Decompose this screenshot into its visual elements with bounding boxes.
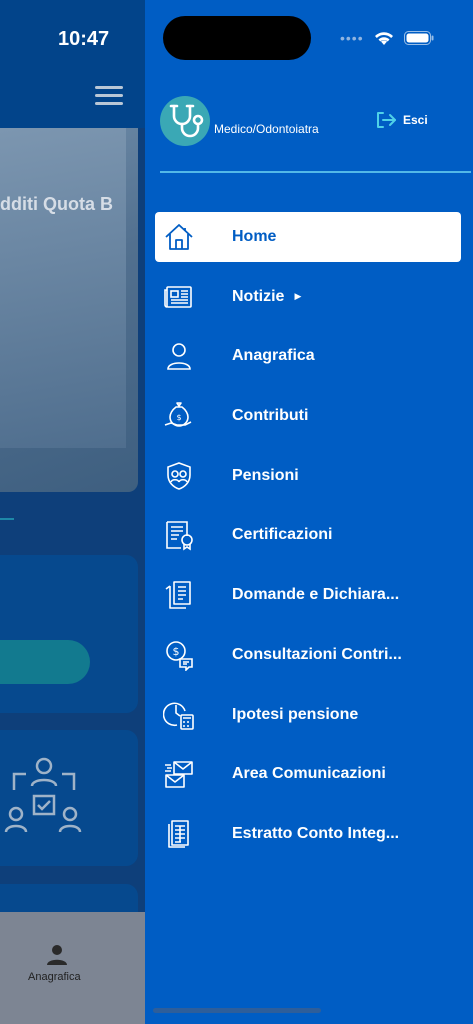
menu-item-label: Anagrafica <box>232 347 315 365</box>
menu-item-estratto-conto[interactable]: Estratto Conto Integ... <box>155 809 461 859</box>
menu-item-certificazioni[interactable]: Certificazioni <box>155 510 461 560</box>
svg-text:$: $ <box>173 645 180 658</box>
logout-button[interactable]: Esci <box>375 110 428 130</box>
menu-item-notizie[interactable]: Notizie ▶ <box>155 272 461 322</box>
menu-item-label: Estratto Conto Integ... <box>232 824 400 842</box>
menu-item-area-comunicazioni[interactable]: Area Comunicazioni <box>155 749 461 799</box>
menu-item-contributi[interactable]: $ Contributi <box>155 391 461 441</box>
profile-avatar <box>160 96 210 146</box>
money-bag-hand-icon: $ <box>164 402 192 427</box>
user-icon <box>167 343 191 371</box>
menu-item-label: Home <box>232 228 277 245</box>
menu-item-label: Contributi <box>232 407 309 425</box>
coin-chat-icon: $ <box>166 641 193 671</box>
menu-item-ipotesi-pensione[interactable]: Ipotesi pensione <box>155 690 461 740</box>
menu-item-consultazioni[interactable]: $ Consultazioni Contri... <box>155 630 461 680</box>
tab-anagrafica-label: Anagrafica <box>28 971 81 983</box>
background-card <box>0 730 138 866</box>
menu-item-domande[interactable]: Domande e Dichiara... <box>155 570 461 620</box>
hamburger-menu-icon[interactable] <box>95 86 123 108</box>
menu-item-label: Pensioni <box>232 466 299 484</box>
svg-text:$: $ <box>176 413 181 422</box>
shield-people-icon <box>167 461 191 490</box>
clock-calculator-icon <box>163 702 194 730</box>
menu-item-label: Ipotesi pensione <box>232 705 359 723</box>
menu-item-text: Notizie <box>232 287 285 305</box>
dynamic-island <box>163 16 311 60</box>
background-header <box>0 0 145 128</box>
certificate-icon <box>166 521 193 551</box>
wifi-icon <box>374 32 393 45</box>
menu-item-label: Domande e Dichiara... <box>232 586 400 604</box>
background-tab-bar <box>0 912 145 1024</box>
documents-icon <box>165 581 191 609</box>
user-role: Medico/Odontoiatra <box>214 122 319 136</box>
status-time: 10:47 <box>58 28 110 50</box>
background-banner-caption: dditi Quota B <box>0 194 113 214</box>
statement-icon <box>168 820 189 848</box>
battery-icon <box>403 31 434 45</box>
stethoscope-icon <box>169 104 204 138</box>
organization-chart-icon <box>4 757 82 833</box>
newspaper-icon <box>164 285 192 308</box>
status-icons: •••• <box>340 30 434 46</box>
home-indicator <box>153 1008 321 1013</box>
menu-item-home[interactable]: Home <box>155 212 461 262</box>
menu-item-label: Consultazioni Contri... <box>232 645 402 663</box>
menu-item-anagrafica[interactable]: Anagrafica <box>155 331 461 381</box>
menu-item-label: Notizie ▶ <box>232 288 301 306</box>
caret-right-icon: ▶ <box>294 290 302 301</box>
signal-icon: •••• <box>340 30 364 46</box>
menu-item-pensioni[interactable]: Pensioni <box>155 451 461 501</box>
drawer-menu: Home Notizie ▶ Anagrafica $ Contributi Pe… <box>155 212 461 869</box>
drawer-divider <box>160 171 471 173</box>
background-divider <box>0 518 14 520</box>
background-app: 10:47 dditi Quota B Anagrafica <box>0 0 145 1024</box>
menu-item-label: Area Comunicazioni <box>232 765 386 783</box>
background-banner-image: dditi Quota B <box>0 128 138 492</box>
home-icon <box>165 224 193 250</box>
logout-icon <box>377 112 396 128</box>
envelopes-icon <box>165 761 193 788</box>
user-icon <box>47 945 67 965</box>
menu-item-label: Certificazioni <box>232 526 333 544</box>
logout-label: Esci <box>403 113 428 127</box>
background-button <box>0 640 90 684</box>
background-card <box>0 555 138 713</box>
